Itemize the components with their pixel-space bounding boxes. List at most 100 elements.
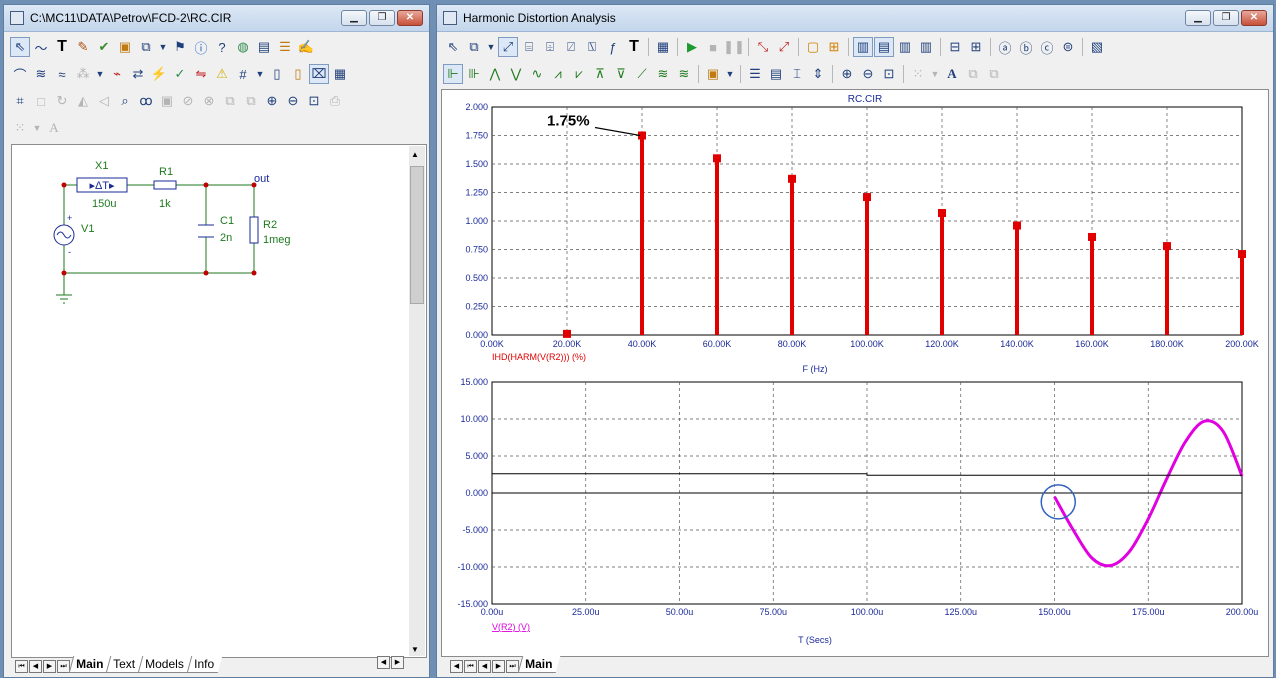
globe-icon[interactable]: ◍ (233, 37, 253, 57)
restore-button[interactable]: ❐ (1213, 10, 1239, 26)
stop-icon[interactable]: ⊘ (178, 91, 198, 111)
notes-icon[interactable]: ✍ (296, 37, 316, 57)
grid-box-icon[interactable]: ⊞ (966, 37, 986, 57)
range-icon[interactable]: ⇕ (808, 64, 828, 84)
global-high-icon[interactable]: ⩘ (548, 64, 568, 84)
warning-icon[interactable]: ⚠ (212, 64, 232, 84)
grid-icon[interactable]: ⍂ (582, 37, 602, 57)
properties-icon[interactable]: ▦ (653, 37, 673, 57)
r2-resistor[interactable] (249, 216, 259, 244)
peak-icon[interactable]: ⊩ (443, 64, 463, 84)
list-icon[interactable]: ☰ (275, 37, 295, 57)
x1-delay-block[interactable]: ▸ΔT▸ (76, 177, 128, 193)
check-arrow-icon[interactable]: ✓ (170, 64, 190, 84)
bracket-icon[interactable]: ⌶ (787, 64, 807, 84)
format3-icon[interactable]: ▥ (895, 37, 915, 57)
font-icon[interactable]: A (44, 118, 64, 138)
scroll-right-icon[interactable]: ▶ (391, 656, 404, 669)
r1-resistor[interactable] (153, 180, 177, 190)
expression-icon[interactable]: ƒ (603, 37, 623, 57)
node-numbers-icon[interactable]: ⌒ (10, 64, 30, 84)
ruler-icon[interactable]: ⍁ (561, 37, 581, 57)
scroll-thumb[interactable] (410, 166, 424, 304)
schematic-vertical-scrollbar[interactable]: ▲ ▼ (409, 146, 425, 656)
back-icon[interactable]: ⧉ (984, 64, 1004, 84)
font-icon[interactable]: A (942, 64, 962, 84)
tab-info[interactable]: Info (186, 656, 223, 673)
scroll-left-icon[interactable]: ◀ (377, 656, 390, 669)
next-page-icon[interactable]: ▶ (43, 660, 56, 673)
schematic-hscroll[interactable]: ◀ ▶ (377, 656, 405, 669)
grid-dots-icon[interactable]: ⁙ (10, 118, 30, 138)
help-icon[interactable]: ? (212, 37, 232, 57)
schematic-canvas[interactable]: ▸ΔT▸ X1 150u R1 1k C1 2n R2 1meg V1 + - … (11, 144, 427, 658)
first-page-icon[interactable]: ⏮ (15, 660, 28, 673)
align-icon[interactable]: ⌗ (10, 91, 30, 111)
edit-icon[interactable]: ▤ (254, 37, 274, 57)
node-currents-icon[interactable]: ≈ (52, 64, 72, 84)
grid-dots-icon[interactable]: ⁙ (908, 64, 928, 84)
run-icon[interactable]: ▶ (682, 37, 702, 57)
valley-icon[interactable]: ⊪ (464, 64, 484, 84)
info-icon[interactable]: ⓘ (191, 37, 211, 57)
low-icon[interactable]: ⋁ (506, 64, 526, 84)
stop-icon[interactable]: ■ (703, 37, 723, 57)
paste-icon[interactable]: ▣ (157, 91, 177, 111)
select-arrow-icon[interactable]: ⇖ (443, 37, 463, 57)
flash-icon[interactable]: ⚡ (149, 64, 169, 84)
box-icon[interactable]: □ (31, 91, 51, 111)
title-block-icon[interactable]: ⌧ (309, 64, 329, 84)
component-icon[interactable]: ▣ (115, 37, 135, 57)
first-page-icon[interactable]: ⏮ (464, 660, 477, 673)
flag-icon[interactable]: ⚑ (170, 37, 190, 57)
zoom-out-icon[interactable]: ⊖ (858, 64, 878, 84)
front-icon[interactable]: ⧉ (220, 91, 240, 111)
dropdown-icon[interactable]: ▼ (157, 37, 169, 57)
restore-button[interactable]: ❐ (369, 10, 395, 26)
check-icon[interactable]: ✔ (94, 37, 114, 57)
copy-icon[interactable]: ⧉ (136, 37, 156, 57)
pen-icon[interactable]: ✎ (73, 37, 93, 57)
top-icon[interactable]: ⊼ (590, 64, 610, 84)
v1-source[interactable] (53, 224, 75, 246)
copy-icon[interactable]: ⧉ (464, 37, 484, 57)
minimize-button[interactable]: ▁ (1185, 10, 1211, 26)
global-low-icon[interactable]: ⩗ (569, 64, 589, 84)
print-icon[interactable]: ⎙ (325, 91, 345, 111)
zoom-d-icon[interactable]: ⊜ (1058, 37, 1078, 57)
bottom-icon[interactable]: ⊽ (611, 64, 631, 84)
close-button[interactable]: ✕ (397, 10, 423, 26)
tab-models[interactable]: Models (138, 656, 193, 673)
page2-icon[interactable]: ▯ (288, 64, 308, 84)
text-tool-icon[interactable]: T (624, 37, 644, 57)
pause-icon[interactable]: ❚❚ (723, 37, 745, 57)
arrows-icon[interactable]: ⇄ (128, 64, 148, 84)
dropdown-icon[interactable]: ▼ (485, 37, 497, 57)
zoom-a-icon[interactable]: ⓐ (995, 37, 1015, 57)
zoom-b-icon[interactable]: ⓑ (1016, 37, 1036, 57)
zoom-c-icon[interactable]: ⓒ (1037, 37, 1057, 57)
zoom-fit-icon[interactable]: ⊡ (304, 91, 324, 111)
horizontal-split-icon[interactable]: ⊟ (945, 37, 965, 57)
scroll-up-icon[interactable]: ▲ (411, 150, 419, 159)
zoom-region-icon[interactable]: ⊡ (879, 64, 899, 84)
find-icon[interactable]: ⌕ (115, 91, 135, 111)
zoom-out-icon[interactable]: ⊖ (283, 91, 303, 111)
cursor-right-icon[interactable]: ⤢ (774, 37, 794, 57)
prev-page-icon[interactable]: ◀ (29, 660, 42, 673)
harmonic-distortion-chart[interactable]: 0.0000.2500.5000.7501.0001.2501.5001.750… (465, 94, 1258, 374)
scroll-left-icon[interactable]: ◀ (450, 660, 463, 673)
mirror-icon[interactable]: ◭ (73, 91, 93, 111)
prev-icon[interactable]: ≋ (674, 64, 694, 84)
dropdown-icon[interactable]: ▼ (254, 64, 266, 84)
high-icon[interactable]: ⋀ (485, 64, 505, 84)
copy-to-clipboard-icon[interactable]: ▤ (766, 64, 786, 84)
tab-main[interactable]: Main (517, 656, 561, 673)
scale-icon[interactable]: ⤢ (498, 37, 518, 57)
info-icon[interactable]: ▧ (1087, 37, 1107, 57)
format2-icon[interactable]: ▤ (874, 37, 894, 57)
close-button[interactable]: ✕ (1241, 10, 1267, 26)
tile-icon[interactable]: ⊞ (824, 37, 844, 57)
swap-icon[interactable]: ⇋ (191, 64, 211, 84)
next-icon[interactable]: ≋ (653, 64, 673, 84)
